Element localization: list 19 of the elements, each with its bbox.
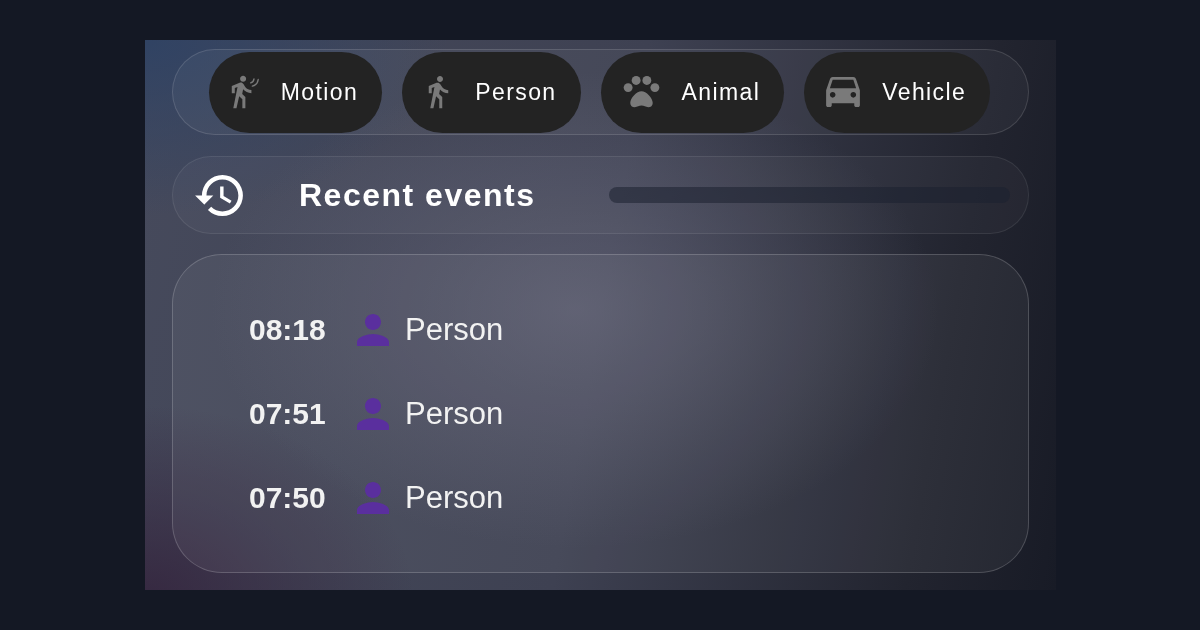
event-time: 08:18: [249, 313, 327, 347]
person-icon: [357, 481, 389, 515]
event-time: 07:50: [249, 481, 327, 515]
filter-chip[interactable]: Vehicle: [804, 51, 991, 133]
filter-chip[interactable]: Animal: [600, 51, 785, 133]
history-icon: [195, 174, 243, 216]
person-icon: [357, 313, 389, 347]
person-icon: [357, 397, 389, 431]
event-time: 07:51: [249, 397, 327, 431]
filter-chip[interactable]: Motion: [208, 51, 383, 133]
filter-chip[interactable]: Person: [402, 51, 581, 133]
event-label: Person: [405, 480, 504, 516]
walking-person-icon: [428, 75, 450, 109]
event-label: Person: [405, 312, 504, 348]
walking-waves-icon: [230, 75, 259, 109]
section-title: Recent events: [299, 176, 536, 214]
event-label: Person: [405, 396, 504, 432]
car-icon: [826, 77, 861, 107]
paw-icon: [622, 75, 660, 109]
